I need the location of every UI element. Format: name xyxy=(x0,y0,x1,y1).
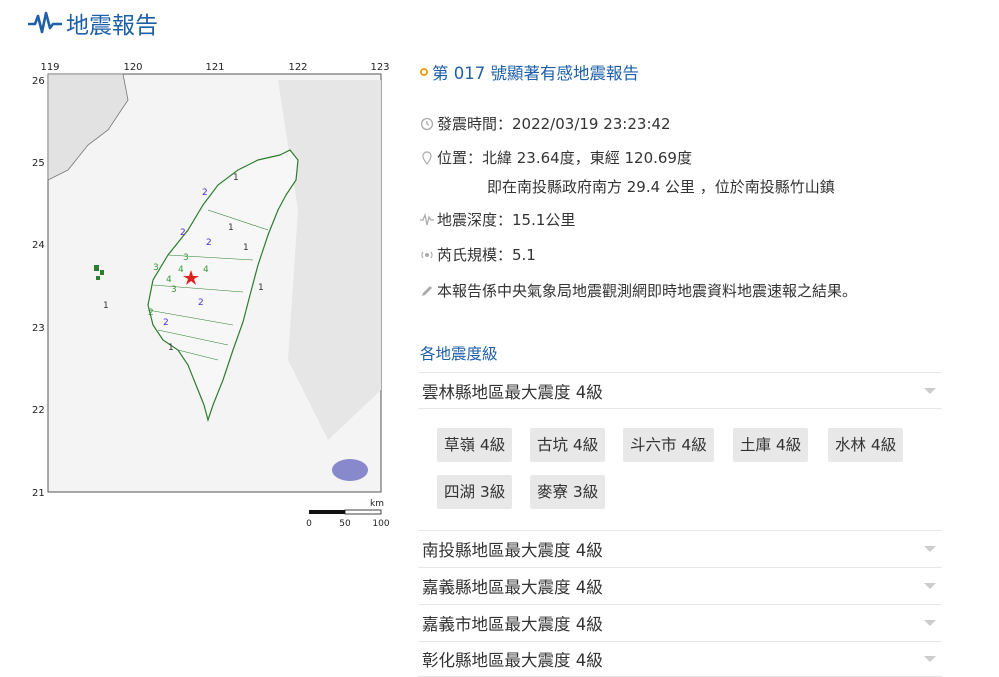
region-label: 南投縣地區最大震度 4級 xyxy=(422,540,603,560)
location-detail: 即在南投縣政府南方 29.4 公里 ，位於南投縣竹山鎮 xyxy=(487,178,835,196)
station-tag: 麥寮 3級 xyxy=(530,475,606,509)
location-text: 位置：北緯 23.64度，東經 120.69度 xyxy=(437,149,692,167)
location: 位置：北緯 23.64度，東經 120.69度 xyxy=(420,147,692,168)
chevron-down-icon xyxy=(924,582,936,589)
origin-time: 發震時間：2022/03/19 23:23:42 xyxy=(420,113,671,134)
region-nantou-toggle[interactable]: 南投縣地區最大震度 4級 xyxy=(418,530,942,566)
station-tag: 古坑 4級 xyxy=(530,428,606,462)
region-label: 彰化縣地區最大震度 4級 xyxy=(422,651,603,670)
region-chiayi-county-toggle[interactable]: 嘉義縣地區最大震度 4級 xyxy=(418,567,942,603)
pin-icon xyxy=(422,150,432,165)
lon-tick: 120 xyxy=(123,62,142,73)
intensity-label: 2 xyxy=(180,228,186,238)
station-tag: 水林 4級 xyxy=(828,428,904,462)
chevron-down-icon xyxy=(924,545,936,552)
intensity-label: 2 xyxy=(198,298,204,308)
lon-tick: 121 xyxy=(205,62,224,73)
scale-label: 0 xyxy=(306,519,312,529)
page-title: 地震報告 xyxy=(28,6,158,40)
bullet-icon xyxy=(420,68,428,76)
magnitude-text: 芮氏規模：5.1 xyxy=(437,246,536,264)
region-label: 嘉義縣地區最大震度 4級 xyxy=(422,577,603,597)
region-yunlin-toggle[interactable]: 雲林縣地區最大震度 4級 xyxy=(418,372,942,408)
page-title-text: 地震報告 xyxy=(66,13,158,39)
intensity-label: 2 xyxy=(202,188,208,198)
intensity-label: 1 xyxy=(233,173,239,183)
intensity-label: 4 xyxy=(166,275,172,285)
intensity-label: 1 xyxy=(243,243,249,253)
lon-tick: 119 xyxy=(40,62,59,73)
station-tag: 四湖 3級 xyxy=(437,475,513,509)
seismograph-icon xyxy=(28,11,62,34)
depth-text: 地震深度：15.1公里 xyxy=(437,211,576,229)
report-heading: 第 017 號顯著有感地震報告 xyxy=(420,60,639,84)
scale-bar: km 0 50 100 xyxy=(306,499,390,529)
region-chiayi-city-toggle[interactable]: 嘉義市地區最大震度 4級 xyxy=(418,604,942,640)
chevron-down-icon xyxy=(924,387,936,394)
intensity-map: 2 2 2 3 3 4 4 4 3 2 2 2 1 1 1 1 1 1 119 … xyxy=(28,60,400,530)
scale-label: 100 xyxy=(372,519,389,529)
lat-tick: 23 xyxy=(32,323,45,334)
intensity-label: 4 xyxy=(203,265,209,275)
intensity-label: 1 xyxy=(103,301,109,311)
intensity-section-title: 各地震度級 xyxy=(420,345,498,363)
scale-unit: km xyxy=(370,499,384,509)
chevron-down-icon xyxy=(924,619,936,626)
clock-icon xyxy=(420,117,434,130)
lon-tick: 122 xyxy=(288,62,307,73)
intensity-label: 1 xyxy=(258,283,264,293)
intensity-label: 3 xyxy=(171,285,177,295)
intensity-label: 3 xyxy=(153,263,159,273)
depth: 地震深度：15.1公里 xyxy=(420,209,575,230)
region-label: 嘉義市地區最大震度 4級 xyxy=(422,614,603,634)
origin-time-text: 發震時間：2022/03/19 23:23:42 xyxy=(437,115,671,133)
intensity-label: 3 xyxy=(183,253,189,263)
magnitude: 芮氏規模：5.1 xyxy=(420,244,536,265)
lon-tick: 123 xyxy=(370,62,389,73)
report-heading-text: 第 017 號顯著有感地震報告 xyxy=(432,64,639,83)
intensity-label: 1 xyxy=(228,223,234,233)
intensity-label: 4 xyxy=(178,265,184,275)
lat-tick: 25 xyxy=(32,158,45,169)
report-note: 本報告係中央氣象局地震觀測網即時地震資料地震速報之結果。 xyxy=(420,280,857,301)
region-label: 雲林縣地區最大震度 4級 xyxy=(422,382,603,402)
station-tag: 草嶺 4級 xyxy=(437,428,513,462)
station-tag: 土庫 4級 xyxy=(733,428,809,462)
intensity-label: 2 xyxy=(163,318,169,328)
ripple-icon xyxy=(421,251,433,258)
cwb-logo xyxy=(332,459,368,481)
lat-tick: 21 xyxy=(32,488,45,499)
lat-tick: 26 xyxy=(32,76,45,87)
wave-icon xyxy=(420,212,434,225)
lat-tick: 22 xyxy=(32,405,45,416)
region-divider xyxy=(418,408,942,409)
intensity-label: 2 xyxy=(206,238,212,248)
scale-label: 50 xyxy=(339,519,351,529)
station-tag: 斗六市 4級 xyxy=(623,428,714,462)
map-svg: 2 2 2 3 3 4 4 4 3 2 2 2 1 1 1 1 1 1 119 … xyxy=(32,62,390,529)
report-note-text: 本報告係中央氣象局地震觀測網即時地震資料地震速報之結果。 xyxy=(437,282,858,300)
region-changhua-toggle[interactable]: 彰化縣地區最大震度 4級 xyxy=(418,641,942,677)
intensity-label: 2 xyxy=(148,308,154,318)
intensity-label: 1 xyxy=(168,343,174,353)
chevron-down-icon xyxy=(924,656,936,662)
lat-tick: 24 xyxy=(32,240,45,251)
pencil-icon xyxy=(422,285,432,296)
